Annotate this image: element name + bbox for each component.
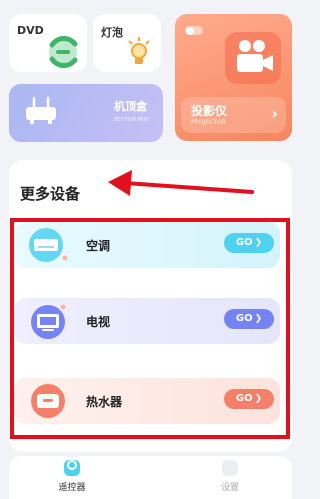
set-top-box-card[interactable]: 机顶盒 SET-TOP BOX — [9, 84, 163, 142]
more-devices-title: 更多设备 — [20, 185, 81, 203]
chevron-right-icon: › — [271, 104, 278, 123]
tab-remote[interactable]: 遥控器 — [27, 456, 117, 499]
tab-settings[interactable]: 设置 — [185, 456, 275, 499]
annotation-highlight-box — [10, 218, 290, 439]
set-top-box-icon — [26, 96, 56, 124]
tab-label: 设置 — [220, 483, 239, 493]
projector-icon — [225, 32, 281, 84]
dvd-card[interactable]: DVD — [9, 14, 87, 72]
toggle-indicator[interactable] — [185, 26, 203, 35]
set-top-box-sublabel: SET-TOP BOX — [113, 117, 149, 123]
set-top-box-label: 机顶盒 — [114, 100, 147, 113]
settings-icon — [222, 460, 238, 476]
bottom-tab-bar: 遥控器 设置 — [9, 456, 292, 499]
bulb-label: 灯泡 — [101, 26, 123, 39]
remote-icon — [64, 460, 80, 476]
tab-label: 遥控器 — [58, 483, 86, 493]
projector-label-panel: 投影仪 PROJECTOR › — [181, 97, 286, 133]
lightbulb-icon — [128, 37, 150, 64]
dvd-icon — [49, 36, 78, 68]
dvd-label: DVD — [17, 24, 44, 37]
projector-label: 投影仪 — [191, 104, 228, 118]
projector-card[interactable]: 投影仪 PROJECTOR › — [175, 14, 292, 141]
projector-sublabel: PROJECTOR — [191, 119, 226, 126]
bulb-card[interactable]: 灯泡 — [93, 14, 161, 72]
